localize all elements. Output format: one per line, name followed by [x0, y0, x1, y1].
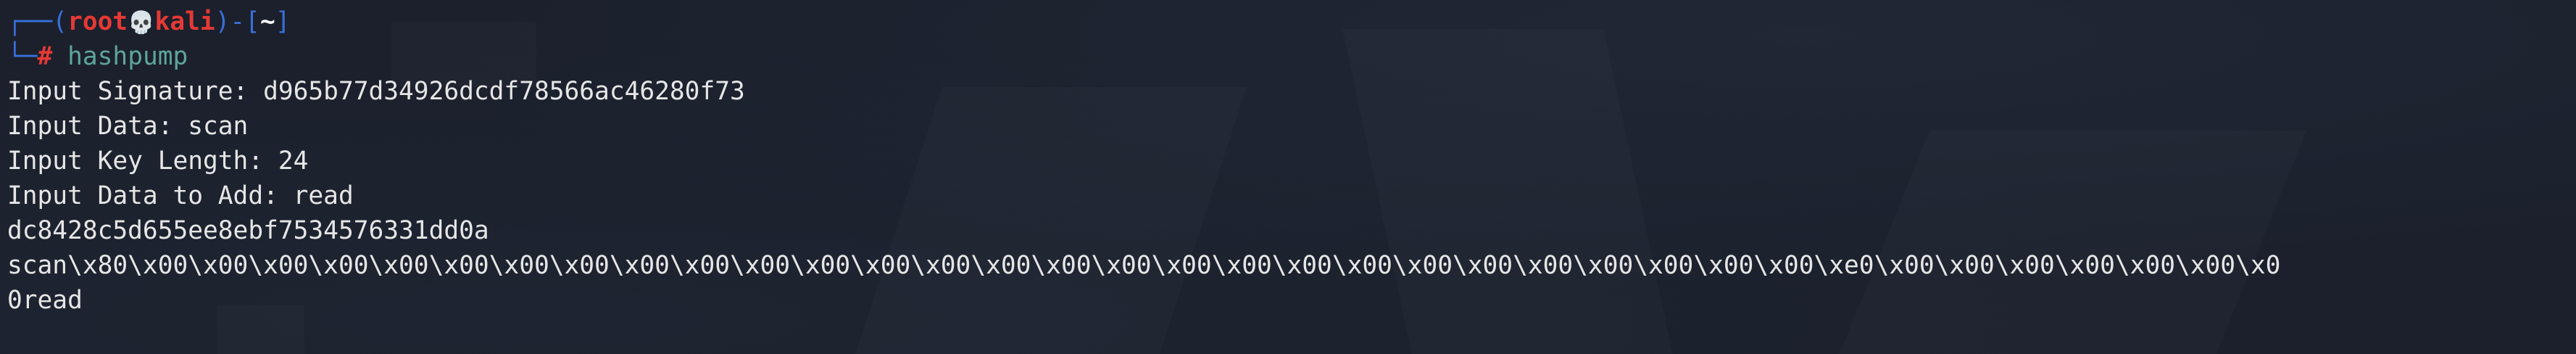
prompt-frame-mid: )-[ — [215, 7, 260, 36]
prompt-host: kali — [154, 7, 215, 36]
output-line: Input Signature: d965b77d34926dcdf78566a… — [7, 77, 745, 106]
output-line: Input Data to Add: read — [7, 181, 354, 210]
prompt-line-command: └─# hashpump — [7, 39, 2566, 74]
output-line: dc8428c5d655ee8ebf7534576331dd0a — [7, 216, 489, 245]
skull-icon: 💀 — [128, 10, 155, 36]
output-line: Input Key Length: 24 — [7, 147, 309, 176]
command-text: hashpump — [67, 42, 188, 71]
terminal-output[interactable]: ┌──(root💀kali)-[~] └─# hashpump Input Si… — [7, 4, 2566, 318]
prompt-frame-bottom: └─ — [7, 42, 38, 71]
prompt-user: root — [67, 7, 128, 36]
output-line: 0read — [7, 286, 83, 315]
prompt-directory: ~ — [259, 7, 275, 36]
prompt-frame: ┌──( — [7, 7, 68, 36]
output-line: scan\x80\x00\x00\x00\x00\x00\x00\x00\x00… — [7, 251, 2281, 280]
prompt-root-symbol: # — [37, 42, 53, 71]
prompt-frame-end: ] — [275, 7, 291, 36]
prompt-line-top: ┌──(root💀kali)-[~] — [7, 4, 2566, 39]
output-line: Input Data: scan — [7, 112, 249, 141]
terminal-window[interactable]: ┌──(root💀kali)-[~] └─# hashpump Input Si… — [0, 0, 2576, 354]
